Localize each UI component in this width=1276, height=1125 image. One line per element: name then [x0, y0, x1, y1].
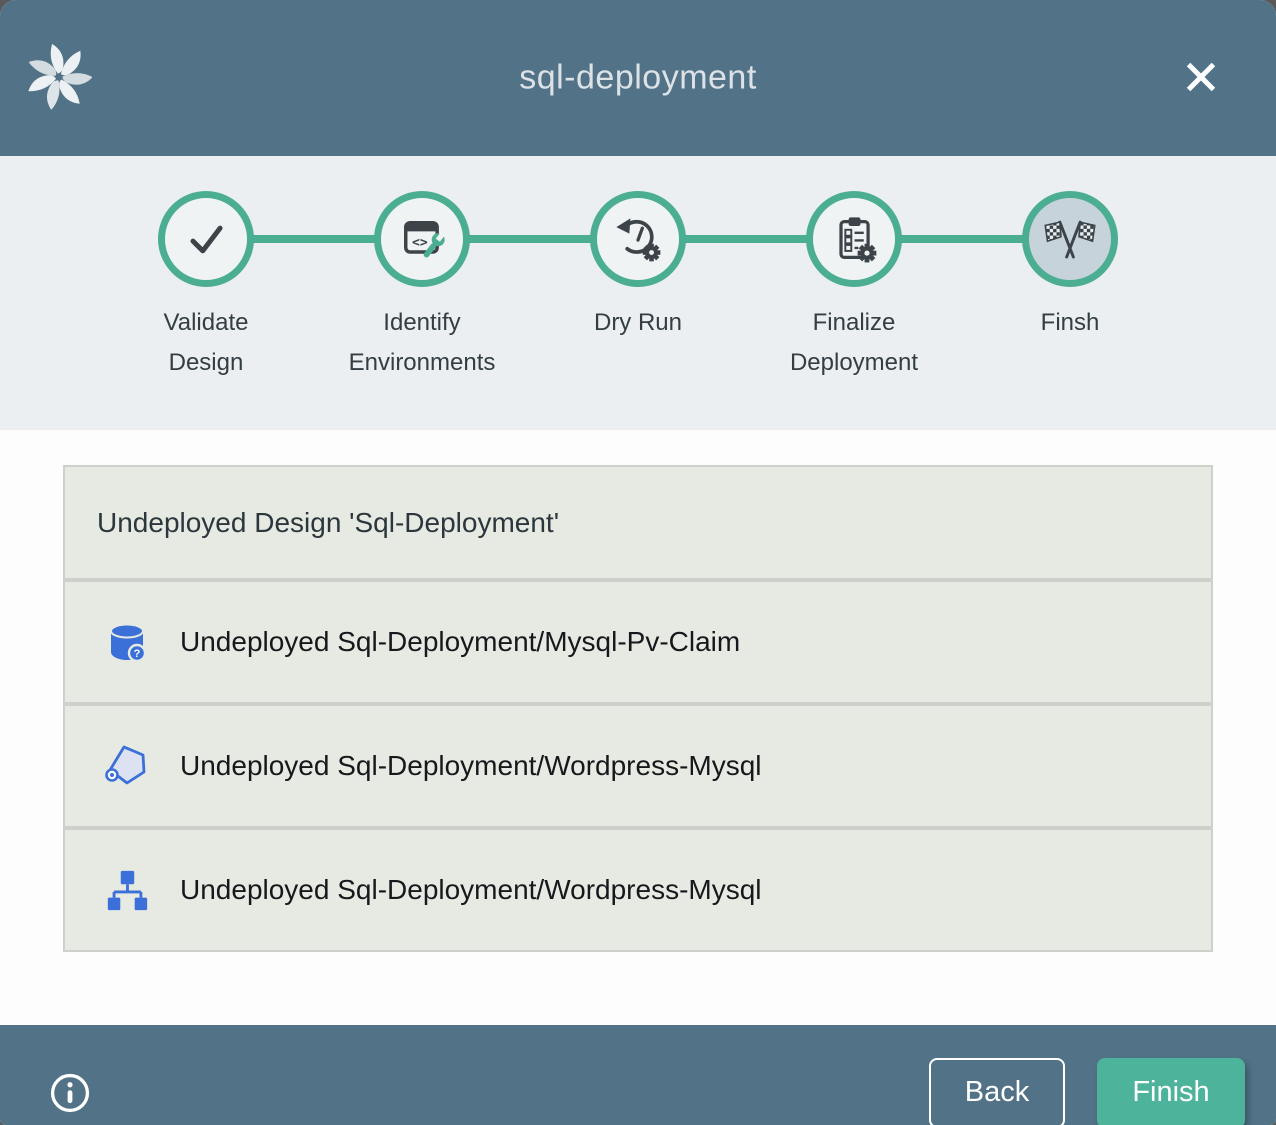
step-circle [590, 191, 686, 287]
info-button[interactable] [48, 1071, 92, 1115]
step-label: Finsh [1041, 303, 1100, 343]
list-item: Undeployed Sql-Deployment/Wordpress-Mysq… [65, 706, 1211, 826]
wizard-stepper: Validate Design <> Identify [0, 156, 1276, 430]
check-icon [180, 213, 232, 265]
step-label: Finalize Deployment [790, 303, 918, 383]
panel-title: Undeployed Design 'Sql-Deployment' [97, 507, 559, 539]
step-finalize-deployment: Finalize Deployment [746, 156, 962, 383]
close-icon [1178, 54, 1224, 100]
code-window-wrench-icon: <> [396, 213, 448, 265]
step-identify-environments: <> Identify Environments [314, 156, 530, 383]
list-item-text: Undeployed Sql-Deployment/Wordpress-Mysq… [180, 874, 762, 906]
list-item-text: Undeployed Sql-Deployment/Wordpress-Mysq… [180, 750, 762, 782]
dialog-footer: Back Finish [0, 1025, 1276, 1125]
step-circle: <> [374, 191, 470, 287]
nirmata-pinwheel-logo-icon [26, 44, 92, 110]
back-button[interactable]: Back [929, 1058, 1065, 1125]
redeploy-gear-icon [612, 213, 664, 265]
info-icon [48, 1071, 92, 1115]
step-dry-run: Dry Run [530, 156, 746, 383]
step-circle-active [1022, 191, 1118, 287]
panel-title-row: Undeployed Design 'Sql-Deployment' [65, 467, 1211, 578]
hierarchy-icon [104, 867, 150, 913]
dialog-title: sql-deployment [519, 59, 757, 98]
list-item: Undeployed Sql-Deployment/Wordpress-Mysq… [65, 830, 1211, 950]
sql-deployment-dialog: sql-deployment Validate Design [0, 0, 1276, 1125]
list-item: ? Undeployed Sql-Deployment/Mysql-Pv-Cla… [65, 582, 1211, 702]
step-circle [806, 191, 902, 287]
dialog-content: Undeployed Design 'Sql-Deployment' ? Und… [0, 465, 1276, 1025]
step-circle [158, 191, 254, 287]
step-validate-design: Validate Design [98, 156, 314, 383]
svg-text:?: ? [134, 648, 141, 660]
step-label: Dry Run [594, 303, 682, 343]
checkered-flags-icon [1043, 212, 1097, 266]
svg-text:<>: <> [412, 236, 428, 251]
finish-button[interactable]: Finish [1097, 1058, 1245, 1125]
deployment-status-panel: Undeployed Design 'Sql-Deployment' ? Und… [63, 465, 1213, 952]
database-icon: ? [103, 618, 151, 666]
list-item-text: Undeployed Sql-Deployment/Mysql-Pv-Claim [180, 626, 740, 658]
step-label: Identify Environments [349, 303, 496, 383]
pod-icon [103, 742, 151, 790]
step-label: Validate Design [164, 303, 249, 383]
titlebar: sql-deployment [0, 0, 1276, 156]
clipboard-checklist-gear-icon [828, 213, 880, 265]
close-button[interactable] [1178, 54, 1224, 100]
step-finish: Finsh [962, 156, 1178, 383]
